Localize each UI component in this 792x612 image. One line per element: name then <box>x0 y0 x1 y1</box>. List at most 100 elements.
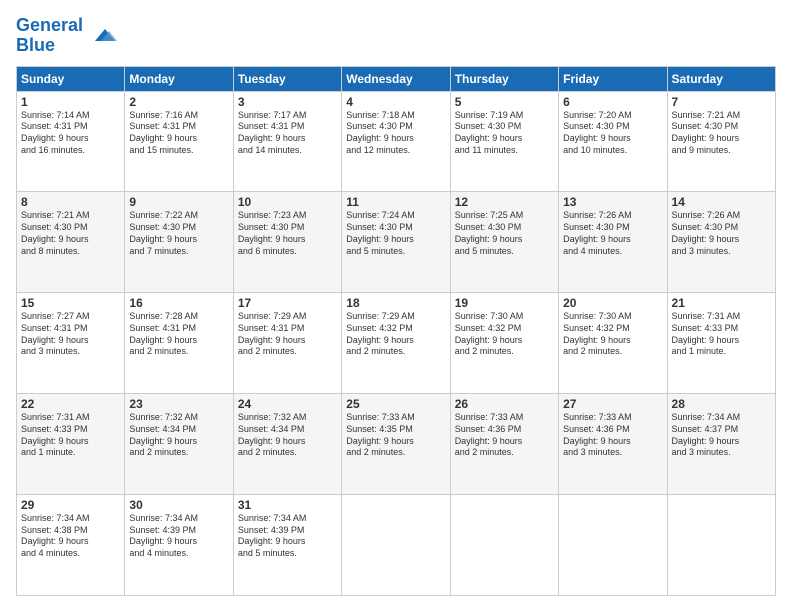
calendar-cell: 21Sunrise: 7:31 AMSunset: 4:33 PMDayligh… <box>667 293 775 394</box>
day-number: 28 <box>672 397 771 411</box>
day-info: Sunrise: 7:28 AMSunset: 4:31 PMDaylight:… <box>129 311 228 358</box>
day-number: 20 <box>563 296 662 310</box>
calendar-cell: 6Sunrise: 7:20 AMSunset: 4:30 PMDaylight… <box>559 91 667 192</box>
day-number: 8 <box>21 195 120 209</box>
calendar-week-row: 1Sunrise: 7:14 AMSunset: 4:31 PMDaylight… <box>17 91 776 192</box>
day-info: Sunrise: 7:31 AMSunset: 4:33 PMDaylight:… <box>672 311 771 358</box>
day-info: Sunrise: 7:20 AMSunset: 4:30 PMDaylight:… <box>563 110 662 157</box>
calendar-cell: 24Sunrise: 7:32 AMSunset: 4:34 PMDayligh… <box>233 394 341 495</box>
calendar-cell: 23Sunrise: 7:32 AMSunset: 4:34 PMDayligh… <box>125 394 233 495</box>
day-info: Sunrise: 7:33 AMSunset: 4:36 PMDaylight:… <box>563 412 662 459</box>
calendar-cell: 3Sunrise: 7:17 AMSunset: 4:31 PMDaylight… <box>233 91 341 192</box>
calendar-cell: 17Sunrise: 7:29 AMSunset: 4:31 PMDayligh… <box>233 293 341 394</box>
day-number: 4 <box>346 95 445 109</box>
day-number: 9 <box>129 195 228 209</box>
day-number: 12 <box>455 195 554 209</box>
day-info: Sunrise: 7:29 AMSunset: 4:32 PMDaylight:… <box>346 311 445 358</box>
day-info: Sunrise: 7:34 AMSunset: 4:39 PMDaylight:… <box>238 513 337 560</box>
day-number: 21 <box>672 296 771 310</box>
calendar-day-header: Thursday <box>450 66 558 91</box>
day-info: Sunrise: 7:21 AMSunset: 4:30 PMDaylight:… <box>672 110 771 157</box>
calendar-day-header: Friday <box>559 66 667 91</box>
calendar-cell: 1Sunrise: 7:14 AMSunset: 4:31 PMDaylight… <box>17 91 125 192</box>
calendar-cell: 26Sunrise: 7:33 AMSunset: 4:36 PMDayligh… <box>450 394 558 495</box>
page: GeneralBlue SundayMondayTuesdayWednesday… <box>0 0 792 612</box>
day-number: 7 <box>672 95 771 109</box>
day-info: Sunrise: 7:24 AMSunset: 4:30 PMDaylight:… <box>346 210 445 257</box>
calendar-day-header: Saturday <box>667 66 775 91</box>
day-number: 24 <box>238 397 337 411</box>
calendar-day-header: Monday <box>125 66 233 91</box>
logo-icon <box>87 21 117 51</box>
day-number: 25 <box>346 397 445 411</box>
day-info: Sunrise: 7:18 AMSunset: 4:30 PMDaylight:… <box>346 110 445 157</box>
day-number: 22 <box>21 397 120 411</box>
calendar-cell: 9Sunrise: 7:22 AMSunset: 4:30 PMDaylight… <box>125 192 233 293</box>
day-info: Sunrise: 7:22 AMSunset: 4:30 PMDaylight:… <box>129 210 228 257</box>
day-number: 14 <box>672 195 771 209</box>
calendar-cell: 16Sunrise: 7:28 AMSunset: 4:31 PMDayligh… <box>125 293 233 394</box>
day-number: 30 <box>129 498 228 512</box>
calendar-table: SundayMondayTuesdayWednesdayThursdayFrid… <box>16 66 776 596</box>
day-info: Sunrise: 7:32 AMSunset: 4:34 PMDaylight:… <box>129 412 228 459</box>
day-info: Sunrise: 7:33 AMSunset: 4:35 PMDaylight:… <box>346 412 445 459</box>
calendar-day-header: Sunday <box>17 66 125 91</box>
calendar-week-row: 8Sunrise: 7:21 AMSunset: 4:30 PMDaylight… <box>17 192 776 293</box>
day-number: 15 <box>21 296 120 310</box>
day-info: Sunrise: 7:17 AMSunset: 4:31 PMDaylight:… <box>238 110 337 157</box>
day-number: 16 <box>129 296 228 310</box>
calendar-cell: 10Sunrise: 7:23 AMSunset: 4:30 PMDayligh… <box>233 192 341 293</box>
calendar-cell: 28Sunrise: 7:34 AMSunset: 4:37 PMDayligh… <box>667 394 775 495</box>
calendar-cell: 5Sunrise: 7:19 AMSunset: 4:30 PMDaylight… <box>450 91 558 192</box>
day-info: Sunrise: 7:32 AMSunset: 4:34 PMDaylight:… <box>238 412 337 459</box>
calendar-cell: 27Sunrise: 7:33 AMSunset: 4:36 PMDayligh… <box>559 394 667 495</box>
calendar-cell <box>667 495 775 596</box>
calendar-cell: 2Sunrise: 7:16 AMSunset: 4:31 PMDaylight… <box>125 91 233 192</box>
day-number: 2 <box>129 95 228 109</box>
day-info: Sunrise: 7:26 AMSunset: 4:30 PMDaylight:… <box>672 210 771 257</box>
calendar-day-header: Wednesday <box>342 66 450 91</box>
day-info: Sunrise: 7:34 AMSunset: 4:38 PMDaylight:… <box>21 513 120 560</box>
day-info: Sunrise: 7:14 AMSunset: 4:31 PMDaylight:… <box>21 110 120 157</box>
day-info: Sunrise: 7:31 AMSunset: 4:33 PMDaylight:… <box>21 412 120 459</box>
day-info: Sunrise: 7:33 AMSunset: 4:36 PMDaylight:… <box>455 412 554 459</box>
calendar-cell: 25Sunrise: 7:33 AMSunset: 4:35 PMDayligh… <box>342 394 450 495</box>
calendar-cell: 8Sunrise: 7:21 AMSunset: 4:30 PMDaylight… <box>17 192 125 293</box>
calendar-cell: 4Sunrise: 7:18 AMSunset: 4:30 PMDaylight… <box>342 91 450 192</box>
calendar-cell: 29Sunrise: 7:34 AMSunset: 4:38 PMDayligh… <box>17 495 125 596</box>
day-number: 13 <box>563 195 662 209</box>
day-info: Sunrise: 7:21 AMSunset: 4:30 PMDaylight:… <box>21 210 120 257</box>
day-number: 17 <box>238 296 337 310</box>
day-info: Sunrise: 7:29 AMSunset: 4:31 PMDaylight:… <box>238 311 337 358</box>
calendar-cell: 7Sunrise: 7:21 AMSunset: 4:30 PMDaylight… <box>667 91 775 192</box>
calendar-cell <box>450 495 558 596</box>
calendar-cell: 22Sunrise: 7:31 AMSunset: 4:33 PMDayligh… <box>17 394 125 495</box>
day-info: Sunrise: 7:30 AMSunset: 4:32 PMDaylight:… <box>455 311 554 358</box>
day-number: 6 <box>563 95 662 109</box>
day-info: Sunrise: 7:30 AMSunset: 4:32 PMDaylight:… <box>563 311 662 358</box>
day-info: Sunrise: 7:26 AMSunset: 4:30 PMDaylight:… <box>563 210 662 257</box>
day-number: 18 <box>346 296 445 310</box>
calendar-cell: 15Sunrise: 7:27 AMSunset: 4:31 PMDayligh… <box>17 293 125 394</box>
calendar-cell: 20Sunrise: 7:30 AMSunset: 4:32 PMDayligh… <box>559 293 667 394</box>
calendar-cell: 11Sunrise: 7:24 AMSunset: 4:30 PMDayligh… <box>342 192 450 293</box>
day-number: 3 <box>238 95 337 109</box>
day-number: 1 <box>21 95 120 109</box>
calendar-cell: 12Sunrise: 7:25 AMSunset: 4:30 PMDayligh… <box>450 192 558 293</box>
day-info: Sunrise: 7:34 AMSunset: 4:37 PMDaylight:… <box>672 412 771 459</box>
day-number: 23 <box>129 397 228 411</box>
calendar-week-row: 29Sunrise: 7:34 AMSunset: 4:38 PMDayligh… <box>17 495 776 596</box>
calendar-week-row: 22Sunrise: 7:31 AMSunset: 4:33 PMDayligh… <box>17 394 776 495</box>
calendar-cell: 30Sunrise: 7:34 AMSunset: 4:39 PMDayligh… <box>125 495 233 596</box>
day-info: Sunrise: 7:19 AMSunset: 4:30 PMDaylight:… <box>455 110 554 157</box>
day-number: 27 <box>563 397 662 411</box>
day-info: Sunrise: 7:23 AMSunset: 4:30 PMDaylight:… <box>238 210 337 257</box>
calendar-cell: 13Sunrise: 7:26 AMSunset: 4:30 PMDayligh… <box>559 192 667 293</box>
day-info: Sunrise: 7:25 AMSunset: 4:30 PMDaylight:… <box>455 210 554 257</box>
calendar-cell <box>342 495 450 596</box>
logo-text: GeneralBlue <box>16 16 83 56</box>
logo: GeneralBlue <box>16 16 117 56</box>
day-number: 10 <box>238 195 337 209</box>
header: GeneralBlue <box>16 16 776 56</box>
day-info: Sunrise: 7:34 AMSunset: 4:39 PMDaylight:… <box>129 513 228 560</box>
